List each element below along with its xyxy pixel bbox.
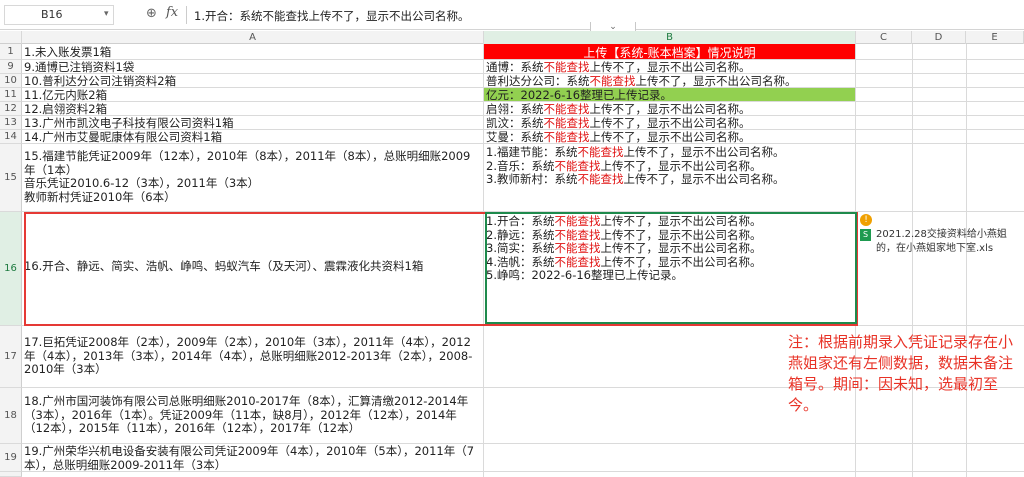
cell-b-header[interactable]: 上传【系统-账本档案】情况说明 [484,44,856,59]
table-row: 14.广州市艾曼昵康体有限公司资料1箱 艾曼：系统不能查找上传不了，显示不出公司… [22,130,1024,144]
select-all-corner[interactable] [0,31,22,44]
active-cell-border [485,212,857,324]
column-header-d[interactable]: D [912,31,966,44]
cell-a[interactable]: 14.广州市艾曼昵康体有限公司资料1箱 [22,130,484,143]
table-row: 19.广州荣华兴机电设备安装有限公司凭证2009年（4本），2010年（5本），… [22,444,1024,472]
row-header[interactable]: 14 [0,130,22,144]
column-header-e[interactable]: E [966,31,1024,44]
cell-a[interactable]: 11.亿元内账2箱 [22,88,484,101]
table-row: 13.广州市凯汶电子科技有限公司资料1箱 凯汶：系统不能查找上传不了，显示不出公… [22,116,1024,130]
warning-icon[interactable]: ! [860,214,872,226]
table-row: 11.亿元内账2箱 亿元：2022-6-16整理已上传记录。 [22,88,1024,102]
spreadsheet-file-icon[interactable]: S [860,229,871,241]
cell-a[interactable]: 18.广州市国河装饰有限公司总账明细账2010-2017年（8本），汇算清缴20… [22,388,484,443]
cell-a[interactable]: 19.广州荣华兴机电设备安装有限公司凭证2009年（4本），2010年（5本），… [22,444,484,471]
table-row: 9.通博已注销资料1袋 通博：系统不能查找上传不了，显示不出公司名称。 [22,60,1024,74]
row-header[interactable]: 1 [0,44,22,60]
cell-a[interactable]: 9.通博已注销资料1袋 [22,60,484,73]
cell-b-green[interactable]: 亿元：2022-6-16整理已上传记录。 [484,88,856,101]
column-header-bar: A B C D E [0,31,1024,44]
table-row: 10.普利达分公司注销资料2箱 普利达分公司：系统不能查找上传不了，显示不出公司… [22,74,1024,88]
row-header[interactable] [0,472,22,477]
row-header[interactable]: 18 [0,388,22,444]
cell-a[interactable] [22,472,484,477]
cell-a[interactable]: 12.启翎资料2箱 [22,102,484,115]
row-header[interactable]: 11 [0,88,22,102]
cell-comment[interactable]: 2021.2.28交接资料给小燕姐的，在小燕姐家地下室.xls [876,228,1024,256]
row-header[interactable]: 12 [0,102,22,116]
fx-icon[interactable]: fx [166,5,178,20]
cell-b[interactable] [484,472,856,477]
row-header-selected[interactable]: 16 [0,212,22,326]
cell-a[interactable]: 15.福建节能凭证2009年（12本），2010年（8本），2011年（8本），… [22,144,484,211]
cell-b[interactable] [484,444,856,471]
column-header-a[interactable]: A [22,31,484,44]
cell-a[interactable]: 17.巨拓凭证2008年（2本），2009年（2本），2010年（3本），201… [22,326,484,387]
divider [186,6,187,24]
chevron-down-icon[interactable]: ▾ [104,9,109,19]
row-header[interactable]: 15 [0,144,22,212]
cell-b[interactable]: 凯汶：系统不能查找上传不了，显示不出公司名称。 [484,116,856,129]
row-header[interactable]: 9 [0,60,22,74]
row-header[interactable]: 17 [0,326,22,388]
cell-b[interactable]: 普利达分公司：系统不能查找上传不了，显示不出公司名称。 [484,74,856,87]
name-box[interactable]: B16 [4,5,114,25]
cell-a[interactable]: 1.未入账发票1箱 [22,44,484,59]
cell-b[interactable]: 艾曼：系统不能查找上传不了，显示不出公司名称。 [484,130,856,143]
row-header[interactable]: 19 [0,444,22,472]
table-row: 1.未入账发票1箱 上传【系统-账本档案】情况说明 [22,44,1024,60]
table-row [22,472,1024,477]
column-header-b[interactable]: B [484,31,856,44]
column-header-c[interactable]: C [856,31,912,44]
table-row: 12.启翎资料2箱 启翎：系统不能查找上传不了，显示不出公司名称。 [22,102,1024,116]
cell-b[interactable]: 启翎：系统不能查找上传不了，显示不出公司名称。 [484,102,856,115]
cell-b[interactable]: 通博：系统不能查找上传不了，显示不出公司名称。 [484,60,856,73]
row-header[interactable]: 13 [0,116,22,130]
cell-b[interactable]: 1.福建节能：系统不能查找上传不了，显示不出公司名称。 2.音乐：系统不能查找上… [484,144,856,211]
formula-input[interactable]: 1.开合：系统不能查找上传不了，显示不出公司名称。 [194,8,469,24]
zoom-icon[interactable]: ⊕ [146,6,157,21]
cell-a[interactable]: 13.广州市凯汶电子科技有限公司资料1箱 [22,116,484,129]
table-row: 15.福建节能凭证2009年（12本），2010年（8本），2011年（8本），… [22,144,1024,212]
cell-a[interactable]: 10.普利达分公司注销资料2箱 [22,74,484,87]
row-header[interactable]: 10 [0,74,22,88]
note-text[interactable]: 注：根据前期录入凭证记录存在小燕姐家还有左侧数据，数据未备注箱号。期间：因未知，… [788,332,1018,416]
